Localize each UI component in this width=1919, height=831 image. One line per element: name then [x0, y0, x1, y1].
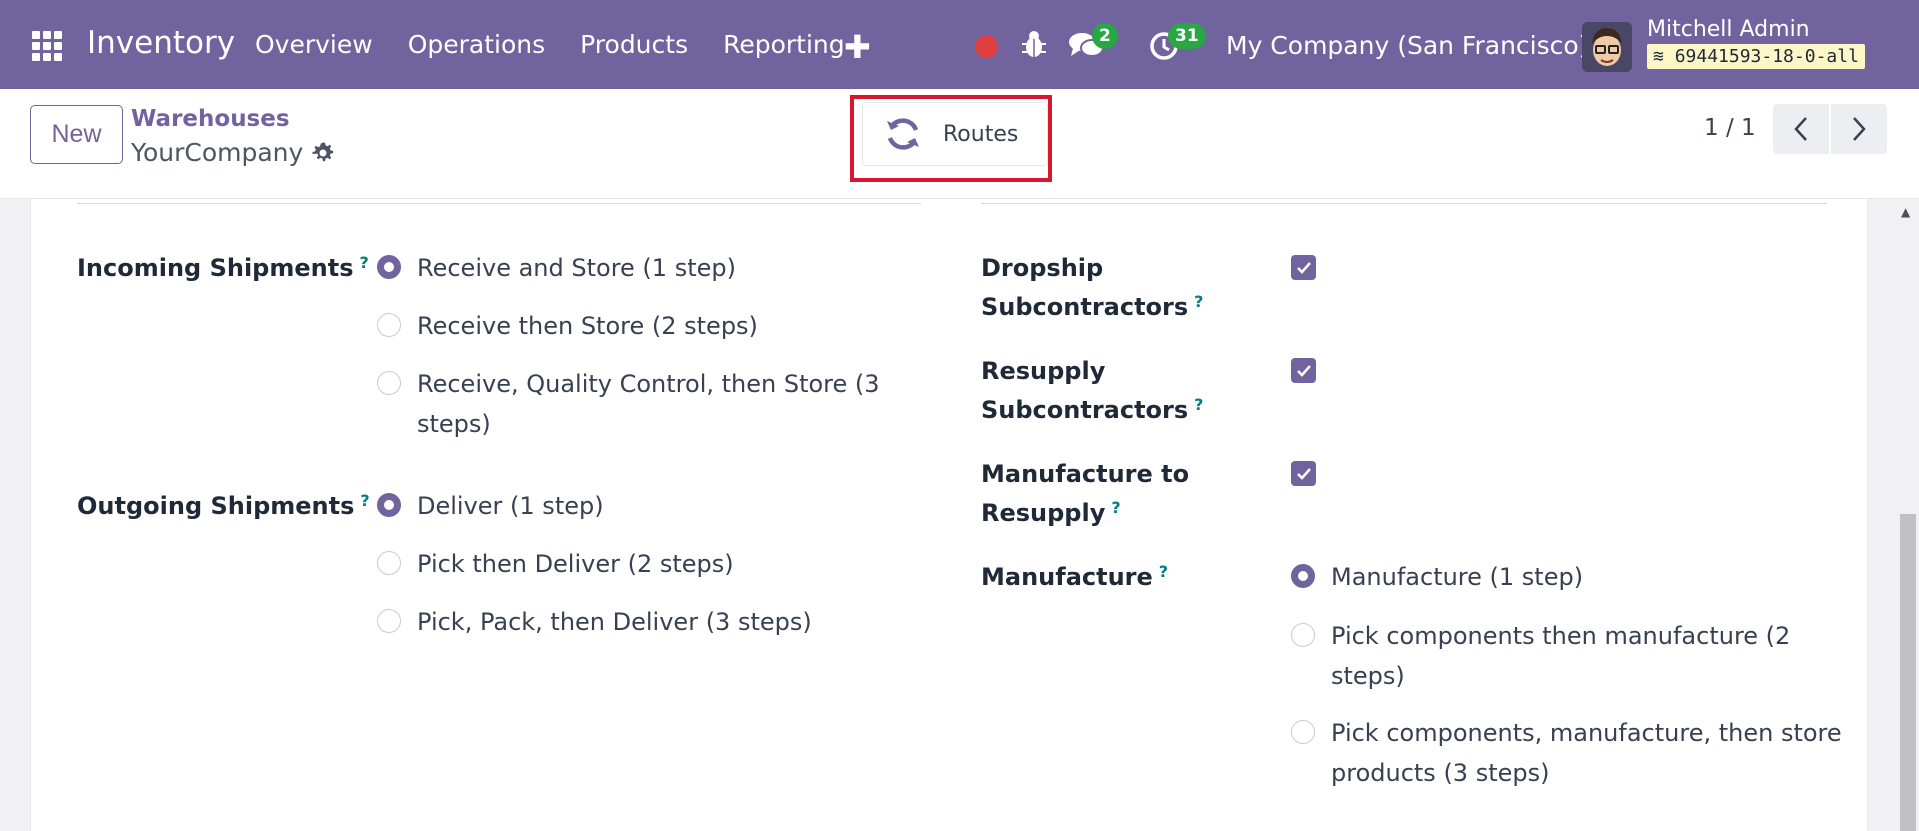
apps-menu-icon[interactable]	[32, 31, 64, 61]
form-sheet: Incoming Shipments? Receive and Store (1…	[30, 199, 1868, 831]
manufacture-to-resupply-label: Manufacture to Resupply?	[981, 460, 1190, 527]
gear-icon[interactable]	[311, 141, 335, 165]
menu-products[interactable]: Products	[580, 30, 688, 59]
incoming-option-3[interactable]: Receive, Quality Control, then Store (3 s…	[377, 364, 880, 444]
breadcrumb-current: YourCompany	[131, 138, 335, 167]
control-panel: New Warehouses YourCompany Routes 1 / 1	[0, 89, 1919, 199]
radio-selected[interactable]	[377, 255, 401, 279]
menu-overview[interactable]: Overview	[255, 30, 373, 59]
radio-unselected[interactable]	[377, 371, 401, 395]
new-button[interactable]: New	[30, 105, 123, 164]
manufacture-option-2[interactable]: Pick components then manufacture (2 steps…	[1291, 616, 1790, 696]
manufacture-label: Manufacture?	[981, 562, 1169, 591]
radio-unselected[interactable]	[1291, 720, 1315, 744]
user-avatar[interactable]	[1582, 22, 1632, 72]
dropship-subcontractors-checkbox[interactable]	[1291, 255, 1316, 280]
dropship-subcontractors-label: Dropship Subcontractors?	[981, 254, 1204, 321]
manufacture-option-1[interactable]: Manufacture (1 step)	[1291, 557, 1583, 597]
radio-selected[interactable]	[1291, 564, 1315, 588]
separator	[981, 203, 1827, 204]
help-icon[interactable]: ?	[360, 253, 369, 272]
outgoing-option-1[interactable]: Deliver (1 step)	[377, 486, 604, 526]
radio-unselected[interactable]	[377, 609, 401, 633]
outgoing-option-3[interactable]: Pick, Pack, then Deliver (3 steps)	[377, 602, 812, 642]
incoming-shipments-label: Incoming Shipments?	[77, 253, 369, 282]
radio-selected[interactable]	[377, 493, 401, 517]
separator	[77, 203, 921, 204]
database-icon: ≋	[1653, 46, 1664, 67]
chevron-left-icon	[1794, 117, 1807, 141]
record-name: YourCompany	[131, 138, 304, 167]
pager-previous-button[interactable]	[1773, 104, 1829, 154]
user-name[interactable]: Mitchell Admin	[1647, 17, 1810, 42]
radio-unselected[interactable]	[1291, 623, 1315, 647]
menu-operations[interactable]: Operations	[408, 30, 545, 59]
company-switcher[interactable]: My Company (San Francisco)	[1226, 31, 1588, 60]
main-menu: Overview Operations Products Reporting	[255, 30, 880, 59]
outgoing-shipments-label: Outgoing Shipments?	[77, 491, 370, 520]
check-icon	[1296, 467, 1311, 480]
top-navbar: Inventory Overview Operations Products R…	[0, 0, 1919, 89]
chevron-right-icon	[1853, 117, 1866, 141]
manufacture-to-resupply-checkbox[interactable]	[1291, 461, 1316, 486]
pager-value[interactable]: 1 / 1	[1704, 115, 1756, 141]
radio-unselected[interactable]	[377, 551, 401, 575]
scroll-up-arrow-icon[interactable]: ▲	[1901, 205, 1910, 219]
pager-next-button[interactable]	[1831, 104, 1887, 154]
resupply-subcontractors-checkbox[interactable]	[1291, 358, 1316, 383]
breadcrumb-warehouses[interactable]: Warehouses	[131, 106, 290, 132]
incoming-option-1[interactable]: Receive and Store (1 step)	[377, 248, 736, 288]
help-icon[interactable]: ?	[1159, 562, 1168, 581]
check-icon	[1296, 364, 1311, 377]
help-icon[interactable]: ?	[1111, 498, 1120, 517]
scrollbar-thumb[interactable]	[1900, 514, 1916, 831]
manufacture-option-3[interactable]: Pick components, manufacture, then store…	[1291, 713, 1842, 793]
app-brand[interactable]: Inventory	[87, 25, 235, 61]
resupply-subcontractors-label: Resupply Subcontractors?	[981, 357, 1204, 424]
radio-unselected[interactable]	[377, 313, 401, 337]
database-badge: ≋ 69441593-18-0-all	[1647, 44, 1865, 69]
outgoing-option-2[interactable]: Pick then Deliver (2 steps)	[377, 544, 734, 584]
help-icon[interactable]: ?	[1194, 395, 1203, 414]
record-icon[interactable]	[975, 35, 998, 58]
database-name: 69441593-18-0-all	[1674, 46, 1859, 67]
help-icon[interactable]: ?	[1194, 292, 1203, 311]
plus-icon[interactable]: ✚	[844, 28, 871, 66]
help-icon[interactable]: ?	[360, 491, 369, 510]
menu-reporting[interactable]: Reporting	[723, 30, 845, 59]
bug-icon[interactable]	[1020, 30, 1048, 60]
incoming-option-2[interactable]: Receive then Store (2 steps)	[377, 306, 758, 346]
check-icon	[1296, 261, 1311, 274]
messages-count-badge: 2	[1092, 23, 1118, 49]
routes-highlight-box	[850, 95, 1052, 182]
activities-count-badge: 31	[1168, 23, 1206, 49]
